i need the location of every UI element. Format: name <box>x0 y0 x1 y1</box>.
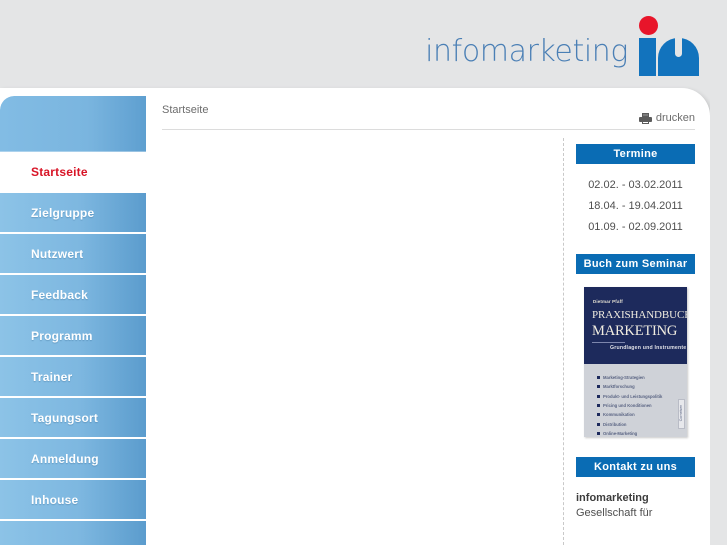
right-rail: Termine 02.02. - 03.02.2011 18.04. - 19.… <box>576 144 695 521</box>
sidebar-item-label: Nutzwert <box>31 247 84 261</box>
book-bullet-label: Marketing-Strategien <box>603 375 645 381</box>
book-cover-image[interactable]: Dietmar Pfaff PRAXISHANDBUCH MARKETING G… <box>584 287 687 437</box>
breadcrumb: Startseite <box>162 104 209 116</box>
bullet-square-icon <box>597 422 600 426</box>
book-bullet: Pricing und Konditionen <box>597 401 681 410</box>
sidebar-item-nutzwert[interactable]: Nutzwert <box>0 234 146 275</box>
contact-line-1: Gesellschaft für <box>576 507 653 519</box>
logo-red-dot-icon <box>639 16 658 35</box>
book-subtitle: Grundlagen und Instrumente <box>610 345 687 351</box>
logo-letter-i-icon <box>639 38 656 76</box>
bullet-square-icon <box>597 385 600 389</box>
book-publisher-label: Cornelsen <box>679 404 684 422</box>
sidebar-item-startseite[interactable]: Startseite <box>0 152 146 193</box>
book-bullet-label: Pricing und Konditionen <box>603 403 652 409</box>
termine-date: 02.02. - 03.02.2011 <box>588 179 683 191</box>
kontakt-heading: Kontakt zu uns <box>576 457 695 477</box>
book-bullet: Distribution <box>597 419 681 428</box>
sidebar-item-zielgruppe[interactable]: Zielgruppe <box>0 193 146 234</box>
bullet-square-icon <box>597 394 600 398</box>
im-logo-icon <box>637 16 699 76</box>
bullet-square-icon <box>597 404 600 408</box>
sidebar-item-tagungsort[interactable]: Tagungsort <box>0 398 146 439</box>
page-header: infomarketing <box>0 0 727 88</box>
book-title-line2: MARKETING <box>592 323 678 339</box>
vertical-dotted-divider <box>563 138 565 545</box>
contact-block: infomarketing Gesellschaft für <box>576 477 695 521</box>
sidebar-item-label: Programm <box>31 329 93 343</box>
sidebar-top-cap <box>0 96 146 152</box>
book-bullet: Produkt- und Leistungspolitik <box>597 392 681 401</box>
book-bullet-label: Produkt- und Leistungspolitik <box>603 393 663 399</box>
sidebar-item-programm[interactable]: Programm <box>0 316 146 357</box>
sidebar-item-trainer[interactable]: Trainer <box>0 357 146 398</box>
book-divider-rule <box>592 342 625 343</box>
sidebar-item-partial[interactable] <box>0 521 146 545</box>
sidebar-item-label: Zielgruppe <box>31 206 95 220</box>
print-link-label: drucken <box>655 112 695 124</box>
printer-icon-top <box>641 112 649 117</box>
sidebar-item-label: Anmeldung <box>31 452 99 466</box>
main-content-area <box>162 138 562 528</box>
rail-spacer <box>576 437 695 457</box>
book-bullet-label: Distribution <box>603 421 627 427</box>
book-bullet-list: Marketing-Strategien Marktforschung Prod… <box>597 373 681 437</box>
bullet-square-icon <box>597 431 600 435</box>
sidebar-item-inhouse[interactable]: Inhouse <box>0 480 146 521</box>
card-right-margin <box>710 96 727 545</box>
book-bullet: Marketing-Strategien <box>597 373 681 382</box>
breadcrumb-bar: Startseite drucken <box>162 104 695 130</box>
book-bullet-label: Marktforschung <box>603 384 635 390</box>
book-bullet-label: Online-Marketing <box>603 430 638 436</box>
buch-heading: Buch zum Seminar <box>576 254 695 274</box>
termine-heading: Termine <box>576 144 695 164</box>
logo-letter-m-icon <box>658 38 699 76</box>
book-cover-wrapper[interactable]: Dietmar Pfaff PRAXISHANDBUCH MARKETING G… <box>576 274 695 437</box>
sidebar-nav: Startseite Zielgruppe Nutzwert Feedback … <box>0 96 146 545</box>
content-column: Startseite drucken Termine 02.02. - 03.0… <box>146 88 710 545</box>
bullet-square-icon <box>597 376 600 380</box>
book-title-line1: PRAXISHANDBUCH <box>592 309 687 321</box>
contact-company: infomarketing <box>576 492 649 504</box>
print-link[interactable]: drucken <box>638 112 695 124</box>
bullet-square-icon <box>597 413 600 417</box>
book-bullet: Kommunikation <box>597 410 681 419</box>
termine-date: 18.04. - 19.04.2011 <box>588 200 683 212</box>
sidebar-item-label: Tagungsort <box>31 411 99 425</box>
sidebar-item-label: Trainer <box>31 370 73 384</box>
termine-date: 01.09. - 02.09.2011 <box>588 221 683 233</box>
book-bullet: Marktforschung <box>597 382 681 391</box>
termine-date-list: 02.02. - 03.02.2011 18.04. - 19.04.2011 … <box>576 164 695 238</box>
logo-wordmark: infomarketing <box>425 34 628 69</box>
site-logo[interactable]: infomarketing <box>425 8 699 76</box>
sidebar-item-label: Startseite <box>31 165 88 179</box>
book-author: Dietmar Pfaff <box>593 299 623 304</box>
sidebar-item-label: Inhouse <box>31 493 79 507</box>
sidebar-item-anmeldung[interactable]: Anmeldung <box>0 439 146 480</box>
book-bullet-label: Kommunikation <box>603 412 635 418</box>
book-bullet: Online-Marketing <box>597 429 681 437</box>
printer-icon-output <box>641 120 649 124</box>
printer-icon <box>638 112 652 124</box>
sidebar-item-feedback[interactable]: Feedback <box>0 275 146 316</box>
sidebar-item-label: Feedback <box>31 288 88 302</box>
book-publisher-spine: Cornelsen <box>678 399 685 429</box>
rail-spacer <box>576 238 695 254</box>
